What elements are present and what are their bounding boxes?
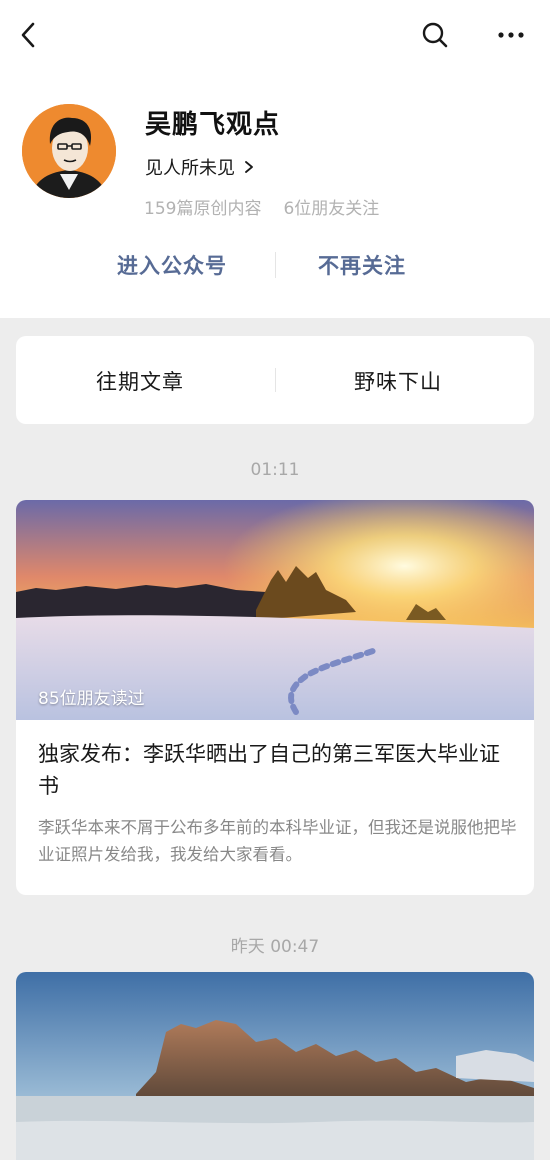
chevron-right-icon [245,161,253,173]
account-header: 吴鹏飞观点 见人所未见 159篇原创内容 6位朋友关注 进入公众号 不再关注 [0,0,550,318]
back-chevron-icon [21,22,35,48]
friends-read-badge: 85位朋友读过 [38,689,145,709]
article-title: 独家发布：李跃华晒出了自己的第三军医大毕业证书 [38,742,500,798]
article-card[interactable]: 85位朋友读过 独家发布：李跃华晒出了自己的第三军医大毕业证书 李跃华本来不屑于… [16,500,534,895]
account-menu: 往期文章 野味下山 [16,336,534,424]
article-card[interactable] [16,972,534,1160]
enter-account-button[interactable]: 进入公众号 [117,250,227,280]
divider [275,252,276,278]
avatar[interactable] [22,104,116,198]
message-timestamp: 昨天 00:47 [230,937,320,957]
profile-block: 吴鹏飞观点 见人所未见 159篇原创内容 6位朋友关注 [22,104,522,219]
back-button[interactable] [14,18,44,52]
more-button[interactable] [494,18,528,52]
account-name: 吴鹏飞观点 [145,110,281,140]
article-cover-image [16,972,534,1160]
article-digest: 李跃华本来不屑于公布多年前的本科毕业证，但我还是说服他把毕业证照片发给我，我发给… [38,818,517,864]
friends-follow-count: 6位朋友关注 [283,199,380,219]
more-dots-icon [498,32,524,38]
message-timestamp: 01:11 [250,460,300,480]
original-count: 159篇原创内容 [144,199,262,219]
account-slogan: 见人所未见 [145,158,235,179]
account-slogan-link[interactable]: 见人所未见 [145,154,255,180]
unfollow-button[interactable]: 不再关注 [318,250,406,280]
menu-wild-game[interactable]: 野味下山 [354,366,442,396]
account-stats: 159篇原创内容 6位朋友关注 [144,194,379,219]
divider [275,368,276,392]
search-button[interactable] [418,18,452,52]
navbar [0,0,550,70]
search-icon [422,22,448,48]
menu-past-articles[interactable]: 往期文章 [96,366,184,396]
account-actions: 进入公众号 不再关注 [0,238,550,294]
